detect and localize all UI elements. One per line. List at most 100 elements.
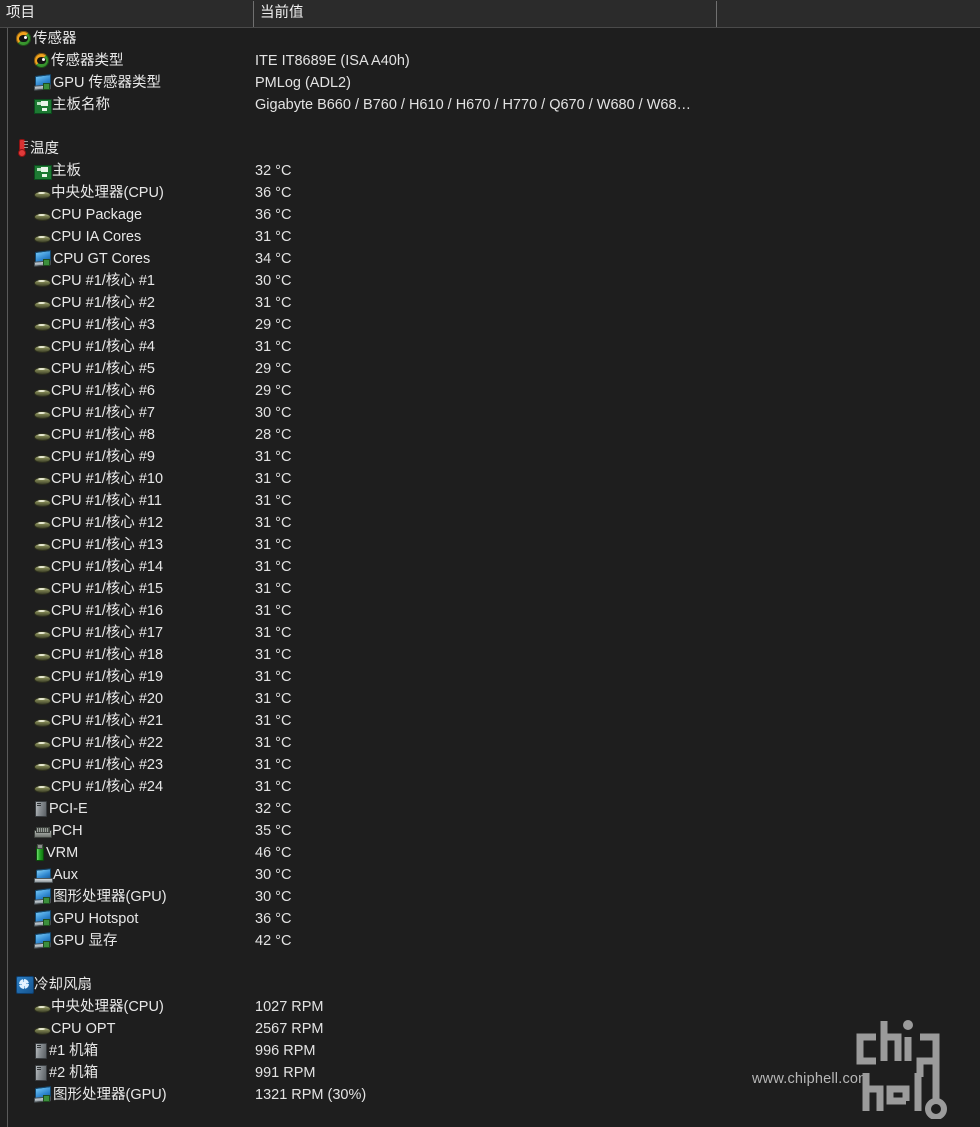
row-label-text: 温度 xyxy=(30,141,59,157)
row-value: 29 °C xyxy=(255,317,292,333)
row-label-text: CPU #1/核心 #5 xyxy=(51,361,155,377)
row-label-text: #1 机箱 xyxy=(49,1043,99,1059)
row-label-text: #2 机箱 xyxy=(49,1065,99,1081)
row-label: CPU #1/核心 #1 xyxy=(34,270,155,292)
sensor-row[interactable]: CPU #1/核心 #16 31 °C xyxy=(0,600,980,622)
row-value: 991 RPM xyxy=(255,1065,316,1081)
column-header-current-value[interactable]: 当前值 xyxy=(254,0,716,27)
row-label: CPU #1/核心 #19 xyxy=(34,666,163,688)
sensor-row[interactable]: CPU #1/核心 #18 31 °C xyxy=(0,644,980,666)
gpu-icon xyxy=(34,933,51,948)
row-label: CPU #1/核心 #18 xyxy=(34,644,163,666)
sensor-row[interactable]: CPU #1/核心 #6 29 °C xyxy=(0,380,980,402)
column-header-item[interactable]: 项目 xyxy=(0,0,253,27)
cpu-icon xyxy=(34,496,51,508)
sensor-row[interactable]: 主板名称 Gigabyte B660 / B760 / H610 / H670 /… xyxy=(0,94,980,116)
sensor-row[interactable]: CPU #1/核心 #11 31 °C xyxy=(0,490,980,512)
sensor-row[interactable]: PCI-E 32 °C xyxy=(0,798,980,820)
sensor-row[interactable]: CPU #1/核心 #5 29 °C xyxy=(0,358,980,380)
row-label: 主板名称 xyxy=(34,94,110,116)
sensor-row[interactable]: GPU 显存 42 °C xyxy=(0,930,980,952)
sensor-row[interactable]: CPU #1/核心 #1 30 °C xyxy=(0,270,980,292)
section-header-temperatures[interactable]: 温度 xyxy=(0,138,980,160)
sensor-row[interactable]: CPU #1/核心 #15 31 °C xyxy=(0,578,980,600)
cpu-icon xyxy=(34,408,51,420)
gpu-icon xyxy=(34,911,51,926)
sensor-row[interactable]: CPU #1/核心 #22 31 °C xyxy=(0,732,980,754)
row-label-text: 图形处理器(GPU) xyxy=(53,1087,167,1103)
row-value: 31 °C xyxy=(255,735,292,751)
sensor-row[interactable]: CPU #1/核心 #4 31 °C xyxy=(0,336,980,358)
row-label-text: CPU #1/核心 #18 xyxy=(51,647,164,663)
sensor-row[interactable]: Aux 30 °C xyxy=(0,864,980,886)
sensor-row[interactable]: 图形处理器(GPU) 30 °C xyxy=(0,886,980,908)
sensor-row[interactable]: CPU #1/核心 #21 31 °C xyxy=(0,710,980,732)
sensor-row[interactable]: 图形处理器(GPU) 1321 RPM (30%) xyxy=(0,1084,980,1106)
sensor-row[interactable]: CPU #1/核心 #8 28 °C xyxy=(0,424,980,446)
cpu-icon xyxy=(34,518,51,530)
row-label-text: 冷却风扇 xyxy=(34,977,92,993)
sensor-row[interactable]: GPU 传感器类型 PMLog (ADL2) xyxy=(0,72,980,94)
row-label-text: CPU #1/核心 #19 xyxy=(51,669,164,685)
sensor-row[interactable]: CPU #1/核心 #14 31 °C xyxy=(0,556,980,578)
row-value: 42 °C xyxy=(255,933,292,949)
row-label-text: PCI-E xyxy=(49,801,88,817)
row-label-text: 主板 xyxy=(52,163,81,179)
sensor-row[interactable]: 传感器类型 ITE IT8689E (ISA A40h) xyxy=(0,50,980,72)
section-header-sensors[interactable]: 传感器 xyxy=(0,28,980,50)
row-label: CPU #1/核心 #14 xyxy=(34,556,163,578)
row-value: 31 °C xyxy=(255,339,292,355)
sensor-row[interactable]: VRM 46 °C xyxy=(0,842,980,864)
cpu-icon xyxy=(34,474,51,486)
sensor-row[interactable]: CPU IA Cores 31 °C xyxy=(0,226,980,248)
row-value: 31 °C xyxy=(255,647,292,663)
sensor-tree[interactable]: 传感器 传感器类型 ITE IT8689E (ISA A40h) GPU 传感器类型 P… xyxy=(0,28,980,1127)
sensor-row[interactable]: CPU #1/核心 #13 31 °C xyxy=(0,534,980,556)
sensor-row[interactable]: CPU #1/核心 #12 31 °C xyxy=(0,512,980,534)
cpu-icon xyxy=(34,738,51,750)
row-label: GPU 传感器类型 xyxy=(34,72,161,94)
cpu-icon xyxy=(34,1024,51,1036)
cpu-icon xyxy=(34,694,51,706)
case-icon xyxy=(34,800,47,817)
sensor-row[interactable]: CPU #1/核心 #19 31 °C xyxy=(0,666,980,688)
cpu-icon xyxy=(34,760,51,772)
row-value: 29 °C xyxy=(255,383,292,399)
row-label: GPU Hotspot xyxy=(34,908,138,930)
sensor-row[interactable]: CPU Package 36 °C xyxy=(0,204,980,226)
sensor-row[interactable]: CPU OPT 2567 RPM xyxy=(0,1018,980,1040)
cpu-icon xyxy=(34,210,51,222)
row-value: 2567 RPM xyxy=(255,1021,324,1037)
section-header-cooling-fans[interactable]: 冷却风扇 xyxy=(0,974,980,996)
sensor-row[interactable]: GPU Hotspot 36 °C xyxy=(0,908,980,930)
row-value: 996 RPM xyxy=(255,1043,316,1059)
sensor-row[interactable]: CPU #1/核心 #20 31 °C xyxy=(0,688,980,710)
column-divider-2[interactable] xyxy=(716,1,717,27)
row-value: 31 °C xyxy=(255,691,292,707)
row-label-text: CPU #1/核心 #10 xyxy=(51,471,164,487)
sensor-row[interactable]: PCH 35 °C xyxy=(0,820,980,842)
sensor-row[interactable]: 中央处理器(CPU) 1027 RPM xyxy=(0,996,980,1018)
sensor-row[interactable]: CPU #1/核心 #3 29 °C xyxy=(0,314,980,336)
row-value: 36 °C xyxy=(255,911,292,927)
sensor-row[interactable]: CPU #1/核心 #10 31 °C xyxy=(0,468,980,490)
sensor-row[interactable]: CPU #1/核心 #23 31 °C xyxy=(0,754,980,776)
sensor-row[interactable]: CPU #1/核心 #2 31 °C xyxy=(0,292,980,314)
sensor-row[interactable]: CPU #1/核心 #7 30 °C xyxy=(0,402,980,424)
row-label-text: CPU #1/核心 #1 xyxy=(51,273,155,289)
row-label: CPU #1/核心 #15 xyxy=(34,578,163,600)
sensor-row[interactable]: 中央处理器(CPU) 36 °C xyxy=(0,182,980,204)
sensor-row[interactable]: #1 机箱 996 RPM xyxy=(0,1040,980,1062)
sensor-row[interactable]: 主板 32 °C xyxy=(0,160,980,182)
row-label: CPU #1/核心 #12 xyxy=(34,512,163,534)
row-label-text: VRM xyxy=(46,845,79,861)
sensor-row[interactable]: #2 机箱 991 RPM xyxy=(0,1062,980,1084)
sensor-row[interactable]: CPU #1/核心 #9 31 °C xyxy=(0,446,980,468)
sensor-row[interactable]: CPU #1/核心 #24 31 °C xyxy=(0,776,980,798)
mainboard-icon xyxy=(34,164,52,180)
sensor-row[interactable]: CPU #1/核心 #17 31 °C xyxy=(0,622,980,644)
row-label-text: CPU #1/核心 #3 xyxy=(51,317,155,333)
cpu-icon xyxy=(34,452,51,464)
sensor-row[interactable]: CPU GT Cores 34 °C xyxy=(0,248,980,270)
cpu-icon xyxy=(34,364,51,376)
